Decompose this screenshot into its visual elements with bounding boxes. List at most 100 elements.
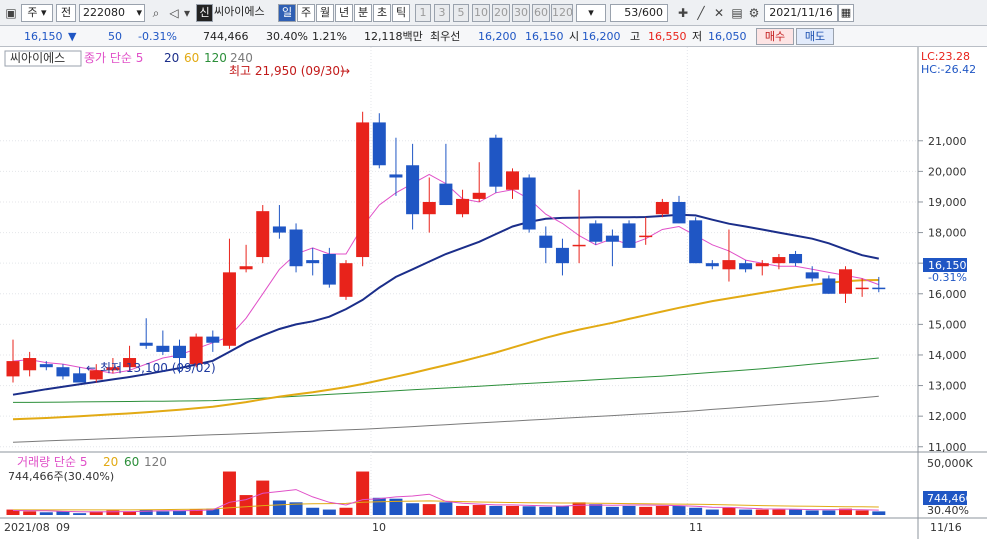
candle-body [605, 235, 619, 242]
candle-body [73, 373, 87, 383]
low-price: 16,050 [708, 30, 747, 43]
legend-name: 씨아이에스 [10, 51, 65, 65]
volume-bar [456, 505, 470, 515]
chart-window-icon[interactable]: ▣ [3, 4, 19, 22]
volume-bar [689, 507, 703, 515]
volume-bar [822, 510, 836, 515]
candle-body [39, 364, 53, 368]
y-tick-label: 15,000 [928, 318, 967, 331]
candle-body [439, 183, 453, 206]
volume-bar [589, 504, 603, 515]
date-field[interactable]: 2021/11/16 [764, 4, 838, 22]
volume-bar [472, 505, 486, 515]
candle-body [789, 253, 803, 264]
prev-button[interactable]: 전 [56, 4, 76, 22]
tab-5[interactable]: 초 [373, 4, 391, 22]
candle-body [306, 260, 320, 264]
y-tick-label: 12,000 [928, 410, 967, 423]
volume-bar [506, 505, 519, 515]
price-change: 50 [108, 30, 122, 43]
low-label: 저 [692, 30, 703, 43]
y-tick-label: 19,000 [928, 196, 967, 209]
volume-bar [855, 510, 869, 515]
interval-button-3[interactable]: 10 [472, 4, 490, 22]
tab-6[interactable]: 틱 [392, 4, 410, 22]
toolbar: ▣ 주 ▾ 전 222080 ▾ ⌕ ◁ ▾ 신 씨아이에스 일주월년분초틱 1… [0, 0, 987, 26]
volume-bar [23, 511, 37, 515]
code-input[interactable]: 222080 ▾ [79, 4, 145, 22]
high-price: 16,550 [648, 30, 687, 43]
tab-4[interactable]: 분 [354, 4, 372, 22]
speaker-icon[interactable]: ◁ [166, 4, 182, 22]
buy-button[interactable]: 매수 [756, 28, 794, 45]
interval-button-0[interactable]: 1 [415, 4, 431, 22]
candle-body [522, 177, 536, 230]
candle-body [822, 278, 836, 294]
interval-button-7[interactable]: 120 [551, 4, 573, 22]
low-annotation: 최저 13,100 (09/02) [100, 361, 216, 375]
candle-body [189, 336, 203, 365]
interval-button-6[interactable]: 60 [532, 4, 550, 22]
y-tick-label: 18,000 [928, 227, 967, 240]
candle-body [372, 122, 386, 166]
tab-1[interactable]: 주 [297, 4, 315, 22]
candle-body [256, 211, 270, 258]
crosshair-icon[interactable]: ✚ [675, 4, 691, 22]
candle-body [422, 201, 436, 215]
candle-body [489, 137, 503, 187]
candle-body [389, 174, 403, 178]
interval-button-5[interactable]: 30 [512, 4, 530, 22]
volume-bar [572, 502, 586, 515]
legend-lc: LC:23.28 [921, 50, 970, 63]
x-label-oct: 10 [372, 521, 386, 534]
volume-bar [339, 507, 353, 515]
gear-icon[interactable]: ⚙ [746, 4, 762, 22]
stock-chart[interactable]: 11,00012,00013,00014,00015,00016,00017,0… [0, 47, 987, 539]
x-label-nov: 11 [689, 521, 703, 534]
save-icon[interactable]: ▤ [729, 4, 745, 22]
arrow-left-icon: ← [86, 361, 96, 375]
arrow-right-icon: → [340, 64, 350, 78]
candle [289, 223, 303, 273]
calendar-icon[interactable]: ▦ [838, 4, 854, 22]
sell-button[interactable]: 매도 [796, 28, 834, 45]
candle-body [289, 229, 303, 267]
candle-body [139, 342, 153, 346]
interval-button-4[interactable]: 20 [492, 4, 510, 22]
vol-legend-60: 60 [124, 455, 139, 469]
chevron-down-icon[interactable]: ▾ [182, 4, 192, 22]
volume-bar [489, 505, 503, 515]
count-field[interactable]: 53/600 [610, 4, 668, 22]
candle-body [272, 226, 286, 233]
line-tool-icon[interactable]: ╱ [693, 4, 709, 22]
spin-select[interactable]: ▾ [576, 4, 606, 22]
volume-bar [805, 510, 819, 515]
volume-bar [73, 513, 87, 515]
period-select[interactable]: 주 ▾ [21, 4, 53, 22]
eraser-icon[interactable]: ✕ [711, 4, 727, 22]
candle-body [722, 260, 736, 270]
tab-0[interactable]: 일 [278, 4, 296, 22]
y-tick-label: 20,000 [928, 165, 967, 178]
stock-name: 씨아이에스 [214, 5, 265, 18]
volume-bar [156, 511, 170, 515]
trade-amount: 12,118백만 [364, 30, 423, 43]
interval-button-2[interactable]: 5 [453, 4, 469, 22]
tab-3[interactable]: 년 [335, 4, 353, 22]
candle-body [406, 165, 420, 215]
candle-body [56, 367, 70, 377]
tab-2[interactable]: 월 [316, 4, 334, 22]
volume-bar [406, 503, 420, 515]
candle-body [356, 122, 370, 258]
search-icon[interactable]: ⌕ [148, 4, 164, 22]
candle-body [672, 201, 686, 224]
chevron-down-icon: ▾ [136, 6, 142, 19]
candle-body [322, 253, 336, 285]
turnover-pct: 30.40% [266, 30, 308, 43]
candle-body [805, 272, 819, 279]
vol-legend-value: 744,466주(30.40%) [8, 470, 114, 483]
interval-button-1[interactable]: 3 [434, 4, 450, 22]
candle-body [506, 171, 519, 190]
candle-body [739, 263, 753, 270]
candle [339, 260, 353, 300]
